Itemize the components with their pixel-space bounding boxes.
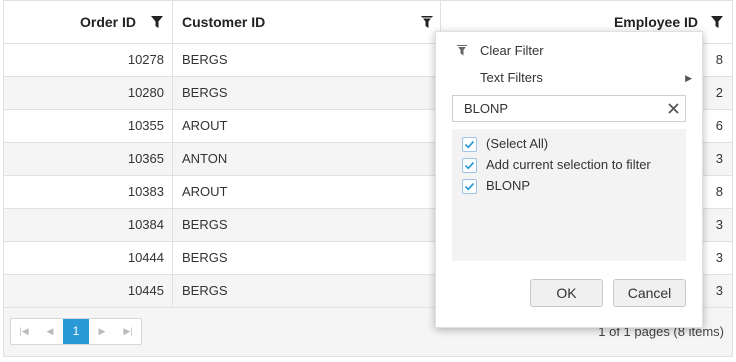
- current-page-button[interactable]: 1: [63, 319, 89, 344]
- checkmark-icon: [464, 161, 475, 170]
- cell-order-id: 10278: [4, 44, 173, 76]
- clear-filter-icon: [456, 45, 468, 56]
- list-item-select-all[interactable]: (Select All): [452, 134, 686, 154]
- clear-filter-label: Clear Filter: [480, 43, 544, 58]
- filter-icon[interactable]: [710, 15, 724, 29]
- cell-order-id: 10444: [4, 242, 173, 274]
- cell-order-id: 10383: [4, 176, 173, 208]
- next-page-icon[interactable]: ▶: [89, 319, 115, 344]
- list-item-label: Add current selection to filter: [486, 157, 651, 172]
- cell-order-id: 10384: [4, 209, 173, 241]
- list-item-add-current-selection[interactable]: Add current selection to filter: [452, 155, 686, 175]
- ok-button[interactable]: OK: [530, 279, 603, 307]
- column-header-label: Customer ID: [182, 14, 266, 30]
- checkmark-icon: [464, 140, 475, 149]
- previous-page-icon[interactable]: ◀: [37, 319, 63, 344]
- text-filters-menu-item[interactable]: Text Filters ▶: [436, 66, 702, 90]
- clear-filter-menu-item[interactable]: Clear Filter: [436, 39, 702, 63]
- column-header-label: Order ID: [79, 14, 136, 30]
- cell-customer-id: AROUT: [173, 176, 441, 208]
- cell-customer-id: BERGS: [173, 44, 441, 76]
- cancel-button[interactable]: Cancel: [613, 279, 686, 307]
- list-item-label: BLONP: [486, 178, 531, 193]
- cell-order-id: 10355: [4, 110, 173, 142]
- pager-nav: |◀ ◀ 1 ▶ ▶|: [10, 318, 142, 345]
- excel-filter-popup: Clear Filter Text Filters ▶ (Select All)…: [435, 31, 703, 328]
- text-filters-label: Text Filters: [480, 70, 543, 85]
- cell-customer-id: ANTON: [173, 143, 441, 175]
- cell-customer-id: BERGS: [173, 77, 441, 109]
- checkmark-icon: [464, 182, 475, 191]
- filter-icon[interactable]: [150, 15, 164, 29]
- cell-order-id: 10445: [4, 275, 173, 307]
- checkbox-checked[interactable]: [462, 179, 477, 194]
- cell-customer-id: BERGS: [173, 242, 441, 274]
- cell-customer-id: BERGS: [173, 275, 441, 307]
- list-item-label: (Select All): [486, 136, 549, 151]
- filter-checkbox-list: (Select All) Add current selection to fi…: [452, 129, 686, 261]
- filtered-icon[interactable]: [420, 15, 434, 29]
- cell-customer-id: BERGS: [173, 209, 441, 241]
- chevron-right-icon: ▶: [685, 73, 692, 83]
- first-page-icon[interactable]: |◀: [11, 319, 37, 344]
- filter-search-input[interactable]: [454, 97, 654, 120]
- checkbox-checked[interactable]: [462, 137, 477, 152]
- cell-customer-id: AROUT: [173, 110, 441, 142]
- last-page-icon[interactable]: ▶|: [115, 319, 141, 344]
- close-icon[interactable]: [667, 102, 680, 115]
- column-header-customer-id[interactable]: Customer ID: [173, 1, 441, 44]
- column-header-order-id[interactable]: Order ID: [4, 1, 173, 44]
- cell-order-id: 10365: [4, 143, 173, 175]
- cell-order-id: 10280: [4, 77, 173, 109]
- checkbox-checked[interactable]: [462, 158, 477, 173]
- filter-search-box[interactable]: [452, 95, 686, 122]
- list-item-blonp[interactable]: BLONP: [452, 176, 686, 196]
